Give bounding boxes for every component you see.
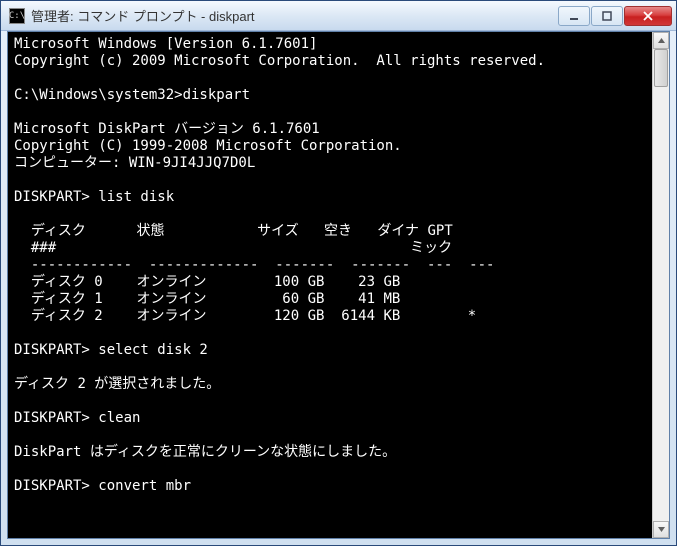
terminal-output[interactable]: Microsoft Windows [Version 6.1.7601] Cop… <box>8 32 652 538</box>
maximize-button[interactable] <box>591 6 623 26</box>
scroll-track[interactable] <box>653 49 669 521</box>
minimize-button[interactable] <box>558 6 590 26</box>
scroll-down-button[interactable] <box>653 521 669 538</box>
titlebar[interactable]: C:\ 管理者: コマンド プロンプト - diskpart <box>1 1 676 31</box>
window-title: 管理者: コマンド プロンプト - diskpart <box>31 6 558 25</box>
command-prompt-window: C:\ 管理者: コマンド プロンプト - diskpart Microsoft… <box>0 0 677 546</box>
vertical-scrollbar[interactable] <box>652 32 669 538</box>
client-area: Microsoft Windows [Version 6.1.7601] Cop… <box>7 31 670 539</box>
scroll-up-button[interactable] <box>653 32 669 49</box>
close-button[interactable] <box>624 6 672 26</box>
cmd-icon: C:\ <box>9 8 25 24</box>
scroll-thumb[interactable] <box>654 49 668 87</box>
window-controls <box>558 6 672 26</box>
